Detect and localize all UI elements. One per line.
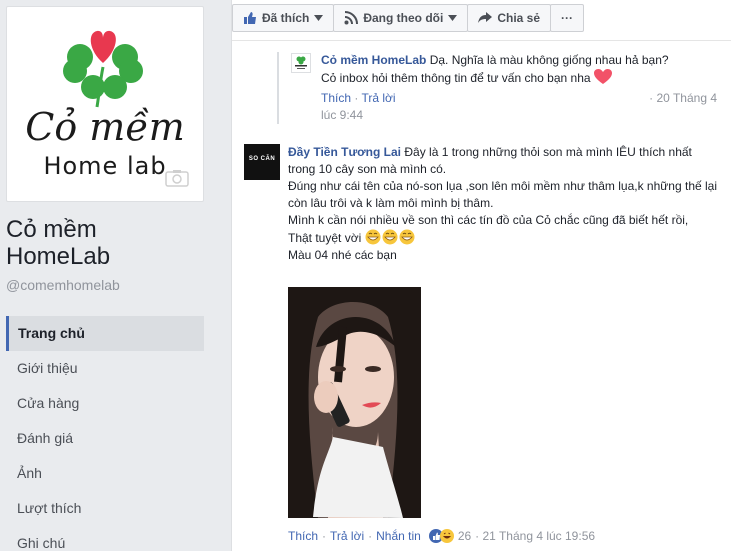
reply-like-link[interactable]: Thích [321,91,351,105]
reaction-summary[interactable]: 26 [428,529,472,543]
nav-item-about[interactable]: Giới thiệu [6,351,204,386]
comment-author-link[interactable]: Đầy Tiền Tương Lai [288,145,401,159]
page-name[interactable]: Cỏ mềm HomeLab [6,216,206,270]
reply-author-link[interactable]: Cỏ mềm HomeLab [321,53,426,67]
comment-text-2: Đúng như cái tên của nó-son lụa ,son lên… [288,179,718,210]
reply-body: Cỏ mềm HomeLab Dạ. Nghĩa là màu không gi… [321,53,717,122]
nav-item-shop[interactable]: Cửa hàng [6,386,204,421]
share-label: Chia sẻ [497,11,541,25]
grin-emoji-icon [399,229,415,245]
clover-icon [63,30,143,108]
logo-title: Cỏ mềm [25,105,185,149]
chevron-down-icon [448,15,458,21]
nav-item-notes[interactable]: Ghi chú [6,526,204,551]
heart-emoji-icon [593,69,612,84]
portrait-illustration [288,287,421,518]
comment-meta: Thích · Trả lời · Nhắn tin 26 · 21 Tháng… [288,529,596,543]
thumbs-up-icon [244,12,256,24]
share-arrow-icon [478,12,493,23]
main-content: Đã thích Đang theo dõi Chia sẻ ··· Cỏ mề… [231,0,731,551]
grin-emoji-icon [365,229,381,245]
nav-item-reviews[interactable]: Đánh giá [6,421,204,456]
profile-picture[interactable]: Cỏ mềm Home lab [6,6,204,202]
nav-item-likes[interactable]: Lượt thích [6,491,204,526]
page-avatar[interactable] [291,53,311,73]
reply-text-line1: Dạ. Nghĩa là màu không giống nhau hả bạn… [426,53,669,67]
liked-label: Đã thích [262,11,310,25]
user-avatar[interactable]: SO CĂN [244,144,280,180]
comment-reply-link[interactable]: Trả lời [330,529,364,543]
comment-text-5: Màu 04 nhé các bạn [288,248,397,262]
nav-item-photos[interactable]: Ảnh [6,456,204,491]
page-nav: Trang chủ Giới thiệu Cửa hàng Đánh giá Ả… [6,316,204,551]
avatar-text: SO CĂN [248,156,276,162]
nav-item-home[interactable]: Trang chủ [6,316,204,351]
more-options-button[interactable]: ··· [550,4,585,32]
chevron-down-icon [314,15,324,21]
liked-button[interactable]: Đã thích [232,4,335,32]
comment-message-link[interactable]: Nhắn tin [376,529,421,543]
divider [232,40,731,41]
following-label: Đang theo dõi [363,11,444,25]
reply-reply-link[interactable]: Trả lời [361,91,395,105]
comment-photo[interactable] [288,287,421,518]
comment-like-link[interactable]: Thích [288,529,318,543]
action-bar: Đã thích Đang theo dõi Chia sẻ ··· [232,4,585,34]
share-button[interactable]: Chia sẻ [467,4,552,32]
left-column: Cỏ mềm Home lab Cỏ mềm HomeLab @comemhom… [0,0,216,551]
camera-icon[interactable] [165,169,189,187]
comment-timestamp[interactable]: · 21 Tháng 4 lúc 19:56 [475,529,595,543]
clover-icon [295,56,307,69]
grin-emoji-icon [382,229,398,245]
comment-body: Đầy Tiền Tương Lai Đây là 1 trong những … [288,144,718,264]
haha-reaction-icon [439,529,454,543]
page-handle[interactable]: @comemhomelab [6,277,120,293]
reply-text-line2: Cỏ inbox hỏi thêm thông tin để tư vấn ch… [321,71,591,85]
reaction-count: 26 [457,529,472,543]
page-reply-comment: Cỏ mềm HomeLab Dạ. Nghĩa là màu không gi… [277,52,717,124]
rss-icon [344,11,359,25]
following-button[interactable]: Đang theo dõi [333,4,469,32]
comment-text-4: Thật tuyệt vời [288,231,362,245]
comment-text-3: Mình k cần nói nhiều về son thì các tín … [288,213,689,227]
reply-timestamp-b: lúc 9:44 [321,108,364,122]
reply-timestamp-a[interactable]: · 20 Tháng 4 [649,90,717,107]
